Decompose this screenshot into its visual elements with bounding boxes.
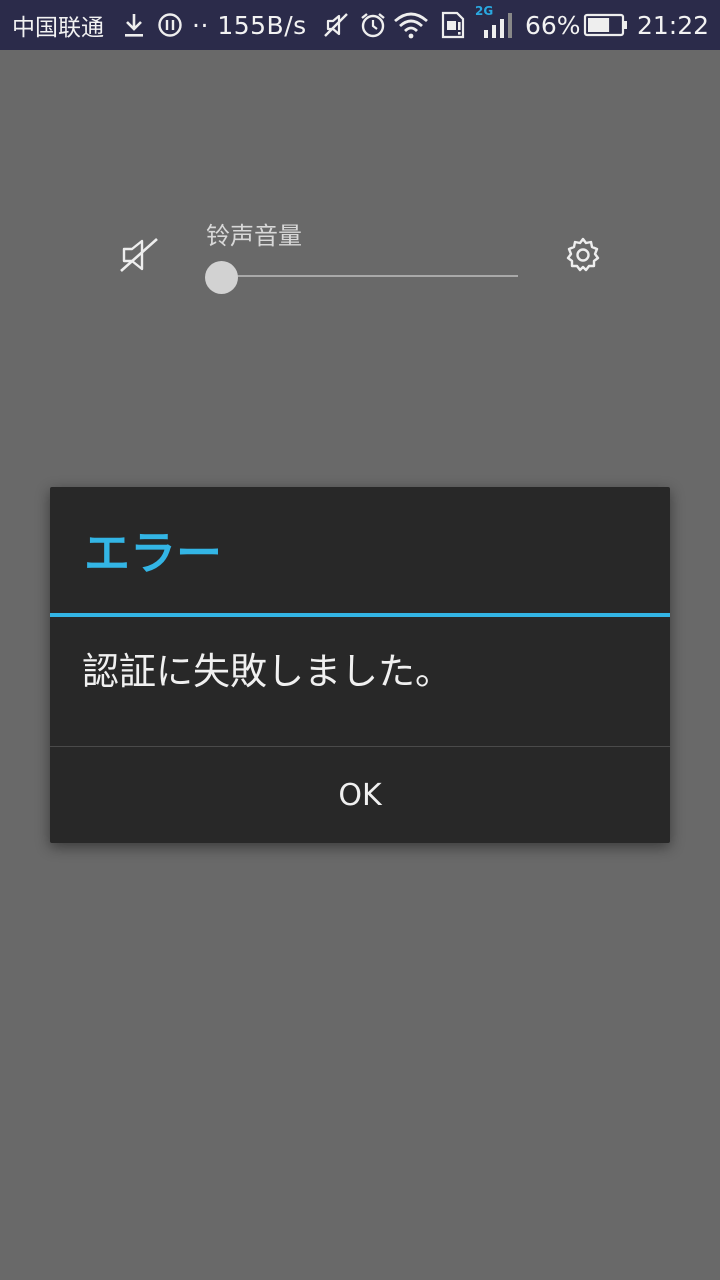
speaker-mute-icon[interactable] [118,236,160,278]
volume-slider-thumb[interactable] [205,261,238,294]
battery-icon [583,0,629,50]
dialog-title: エラー [84,526,222,580]
volume-title: 铃声音量 [206,222,302,250]
battery-percent: 66% [525,10,581,40]
sim-alert-icon [440,0,466,50]
title-divider [50,613,670,617]
signal-icon [482,0,516,50]
dialog-message: 認証に失敗しました。 [82,650,452,693]
alarm-icon [359,0,387,50]
ok-button[interactable]: OK [50,747,670,843]
download-icon [122,0,146,50]
carrier-label: 中国联通 [12,15,104,41]
clock: 21:22 [637,10,710,40]
status-bar: 中国联通 ·· 155B/s 2G 66% 21:22 [0,0,720,50]
settings-gear-icon[interactable] [564,236,602,278]
volume-slider-track[interactable] [222,275,518,277]
usb-debug-icon [157,0,183,50]
net-speed: ·· 155B/s [192,10,307,40]
wifi-icon [393,0,429,50]
error-dialog: エラー 認証に失敗しました。 OK [50,487,670,843]
mute-icon [322,0,350,50]
